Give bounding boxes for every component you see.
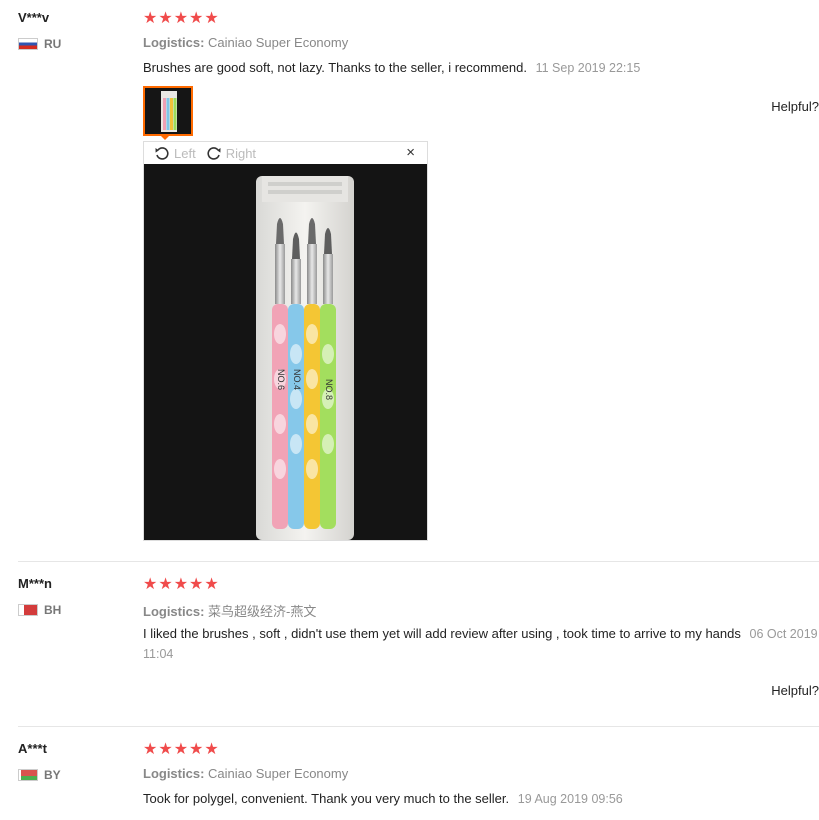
close-icon[interactable]: × — [406, 144, 415, 161]
brush-label-no6: NO.6 — [276, 369, 286, 390]
country-code: BH — [44, 603, 62, 617]
belarus-flag-icon — [18, 769, 38, 781]
review-body: Took for polygel, convenient. Thank you … — [143, 791, 510, 806]
logistics-label: Logistics: — [143, 604, 205, 619]
review-body: Brushes are good soft, not lazy. Thanks … — [143, 60, 527, 75]
russia-flag-icon — [18, 38, 38, 50]
rotate-left-label: Left — [174, 145, 196, 161]
star-rating: ★★★★★ — [143, 576, 220, 593]
review-body: I liked the brushes , soft , didn't use … — [143, 626, 741, 641]
star-rating: ★★★★★ — [143, 741, 220, 758]
photo-viewer-toolbar: Left Right × — [144, 142, 427, 164]
logistics-info: Logistics: Cainiao Super Economy — [143, 766, 348, 781]
rotate-right-icon — [207, 147, 221, 160]
helpful-link[interactable]: Helpful? — [771, 99, 819, 114]
reviewer-name: V***v — [18, 10, 50, 25]
review-photo-thumbnail[interactable] — [143, 86, 193, 136]
rotate-right-button[interactable]: Right — [206, 145, 256, 161]
country-code: RU — [44, 37, 62, 51]
review-date: 19 Aug 2019 09:56 — [517, 792, 623, 806]
rotate-left-icon — [155, 147, 169, 160]
reviewer-country: RU — [18, 37, 61, 51]
brush-package-thumbnail-image — [145, 88, 191, 134]
logistics-info: Logistics: Cainiao Super Economy — [143, 35, 348, 50]
review-text: Took for polygel, convenient. Thank you … — [143, 789, 819, 809]
reviewer-country: BY — [18, 768, 61, 782]
thumbnail-pointer — [159, 134, 171, 140]
helpful-link[interactable]: Helpful? — [771, 683, 819, 698]
review-divider — [18, 561, 819, 562]
logistics-info: Logistics: 菜鸟超级经济-燕文 — [143, 601, 316, 620]
rotate-left-button[interactable]: Left — [154, 145, 196, 161]
brush-label-no4: NO.4 — [292, 369, 302, 390]
review-divider — [18, 726, 819, 727]
logistics-label: Logistics: — [143, 35, 205, 50]
reviewer-name: M***n — [18, 576, 52, 591]
review-date: 11 Sep 2019 22:15 — [535, 61, 641, 75]
reviewer-name: A***t — [18, 741, 47, 756]
review-text: Brushes are good soft, not lazy. Thanks … — [143, 58, 819, 78]
review-photo-large: NO.4 NO.6 NO.8 — [144, 164, 427, 540]
brush-package-photo: NO.4 NO.6 NO.8 — [144, 164, 427, 540]
photo-viewer: Left Right × NO.4 NO.6 NO.8 — [143, 141, 428, 541]
rotate-right-label: Right — [225, 145, 257, 161]
logistics-value: Cainiao Super Economy — [208, 35, 349, 50]
logistics-value: Cainiao Super Economy — [208, 766, 349, 781]
brush-label-no8: NO.8 — [324, 379, 334, 400]
review-text: I liked the brushes , soft , didn't use … — [143, 624, 819, 664]
star-rating: ★★★★★ — [143, 10, 220, 27]
bahrain-flag-icon — [18, 604, 38, 616]
country-code: BY — [44, 768, 61, 782]
reviewer-country: BH — [18, 603, 61, 617]
logistics-label: Logistics: — [143, 766, 205, 781]
logistics-value: 菜鸟超级经济-燕文 — [208, 604, 317, 619]
